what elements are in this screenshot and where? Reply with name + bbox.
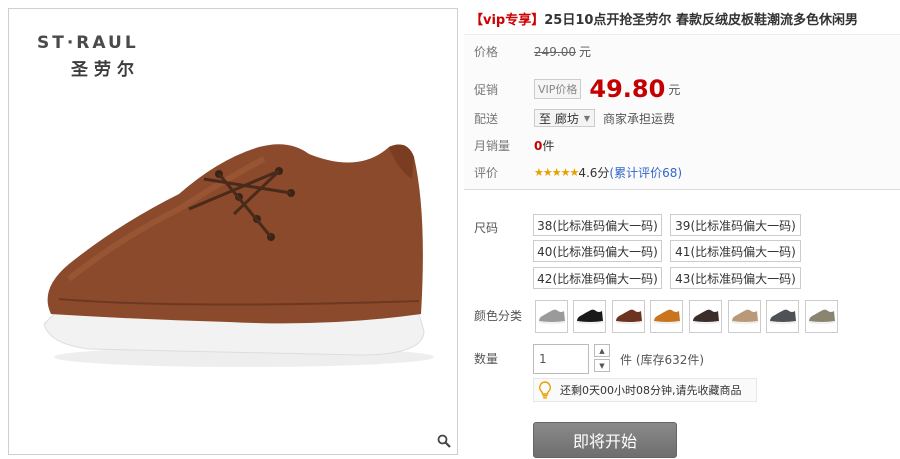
brand-logo-cn: 圣劳尔 — [71, 60, 140, 80]
favorite-reminder[interactable]: 还剩0天00小时08分钟,请先收藏商品 — [533, 378, 757, 402]
coming-soon-button[interactable]: 即将开始 — [533, 422, 677, 458]
size-option-38[interactable]: 38(比标准码偏大一码) — [533, 214, 662, 236]
shoe-thumbnail-icon — [692, 309, 719, 324]
product-image-panel: ST·RAUL 圣劳尔 — [8, 8, 458, 455]
price-label: 价格 — [474, 45, 499, 59]
brand-logo-en: ST·RAUL — [37, 33, 139, 53]
shoe-thumbnail-icon — [576, 309, 603, 324]
title-vip-prefix: 【vip专享】 — [470, 13, 545, 28]
zoom-button[interactable] — [435, 432, 453, 450]
title-text: 25日10点开抢圣劳尔 春款反绒皮板鞋潮流多色休闲男 — [544, 13, 858, 28]
shoe-thumbnail-icon — [769, 309, 796, 324]
size-label: 尺码 — [474, 221, 499, 235]
shipping-note: 商家承担运费 — [602, 111, 675, 126]
product-title: 【vip专享】25日10点开抢圣劳尔 春款反绒皮板鞋潮流多色休闲男 — [470, 9, 858, 28]
price-row: 价格 249.00 元 — [474, 43, 591, 60]
chevron-down-icon: ▼ — [599, 361, 605, 370]
caret-down-icon: ▼ — [583, 113, 590, 123]
shipping-row: 配送 至 廊坊 ▼ 商家承担运费 — [474, 109, 675, 127]
shoe-thumbnail-icon — [615, 309, 642, 324]
shoe-thumbnail-icon — [808, 309, 835, 324]
stock-note: 件 (库存632件) — [620, 353, 705, 367]
promo-unit: 元 — [668, 82, 681, 97]
shoe-thumbnail-icon — [653, 309, 680, 324]
color-swatch[interactable] — [689, 300, 722, 333]
color-swatch[interactable] — [650, 300, 683, 333]
vip-price-tag: VIP价格 — [534, 79, 582, 99]
sales-label: 月销量 — [474, 139, 511, 153]
chevron-up-icon: ▲ — [599, 346, 605, 355]
promo-price: 49.80 — [589, 75, 666, 103]
sales-count: 0 — [534, 138, 543, 153]
quantity-decrease-button[interactable]: ▼ — [594, 359, 610, 372]
price-info-block: 价格 249.00 元 促销 VIP价格 49.80 元 配送 至 廊坊 ▼ 商… — [464, 34, 900, 190]
product-image — [43, 144, 434, 367]
shipping-label: 配送 — [474, 111, 499, 126]
rating-score: 4.6分 — [578, 166, 610, 180]
size-option-41[interactable]: 41(比标准码偏大一码) — [670, 240, 801, 262]
quantity-input[interactable] — [533, 344, 589, 374]
sales-row: 月销量 0 件 — [474, 137, 554, 154]
size-option-43[interactable]: 43(比标准码偏大一码) — [670, 267, 801, 289]
rating-row: 评价 ★★★★★ 4.6分 (累计评价68) — [474, 164, 682, 181]
color-swatch[interactable] — [612, 300, 645, 333]
color-swatch[interactable] — [805, 300, 838, 333]
price-unit: 元 — [579, 45, 592, 59]
promo-label: 促销 — [474, 82, 499, 97]
reminder-text: 还剩0天00小时08分钟,请先收藏商品 — [560, 384, 742, 397]
star-rating-icon: ★★★★★ — [534, 166, 579, 179]
rating-count-link[interactable]: (累计评价68) — [609, 164, 682, 181]
brand-logo: ST·RAUL 圣劳尔 — [37, 33, 207, 80]
size-option-40[interactable]: 40(比标准码偏大一码) — [533, 240, 662, 262]
quantity-increase-button[interactable]: ▲ — [594, 344, 610, 357]
quantity-label: 数量 — [474, 352, 499, 366]
shoe-thumbnail-icon — [731, 309, 758, 324]
color-swatch[interactable] — [766, 300, 799, 333]
sales-unit: 件 — [542, 139, 555, 153]
lightbulb-icon — [539, 381, 551, 399]
color-swatch[interactable] — [728, 300, 761, 333]
size-option-39[interactable]: 39(比标准码偏大一码) — [670, 214, 801, 236]
promo-row: 促销 VIP价格 49.80 元 — [474, 75, 680, 103]
shipping-location-select[interactable]: 至 廊坊 ▼ — [534, 109, 595, 127]
size-option-42[interactable]: 42(比标准码偏大一码) — [533, 267, 662, 289]
color-swatch[interactable] — [573, 300, 606, 333]
color-swatch[interactable] — [535, 300, 568, 333]
color-label: 颜色分类 — [474, 309, 523, 323]
rating-label: 评价 — [474, 166, 499, 180]
magnifier-icon — [437, 434, 451, 448]
shoe-thumbnail-icon — [538, 309, 565, 324]
original-price: 249.00 — [534, 44, 576, 59]
shipping-location: 至 廊坊 — [539, 111, 579, 126]
